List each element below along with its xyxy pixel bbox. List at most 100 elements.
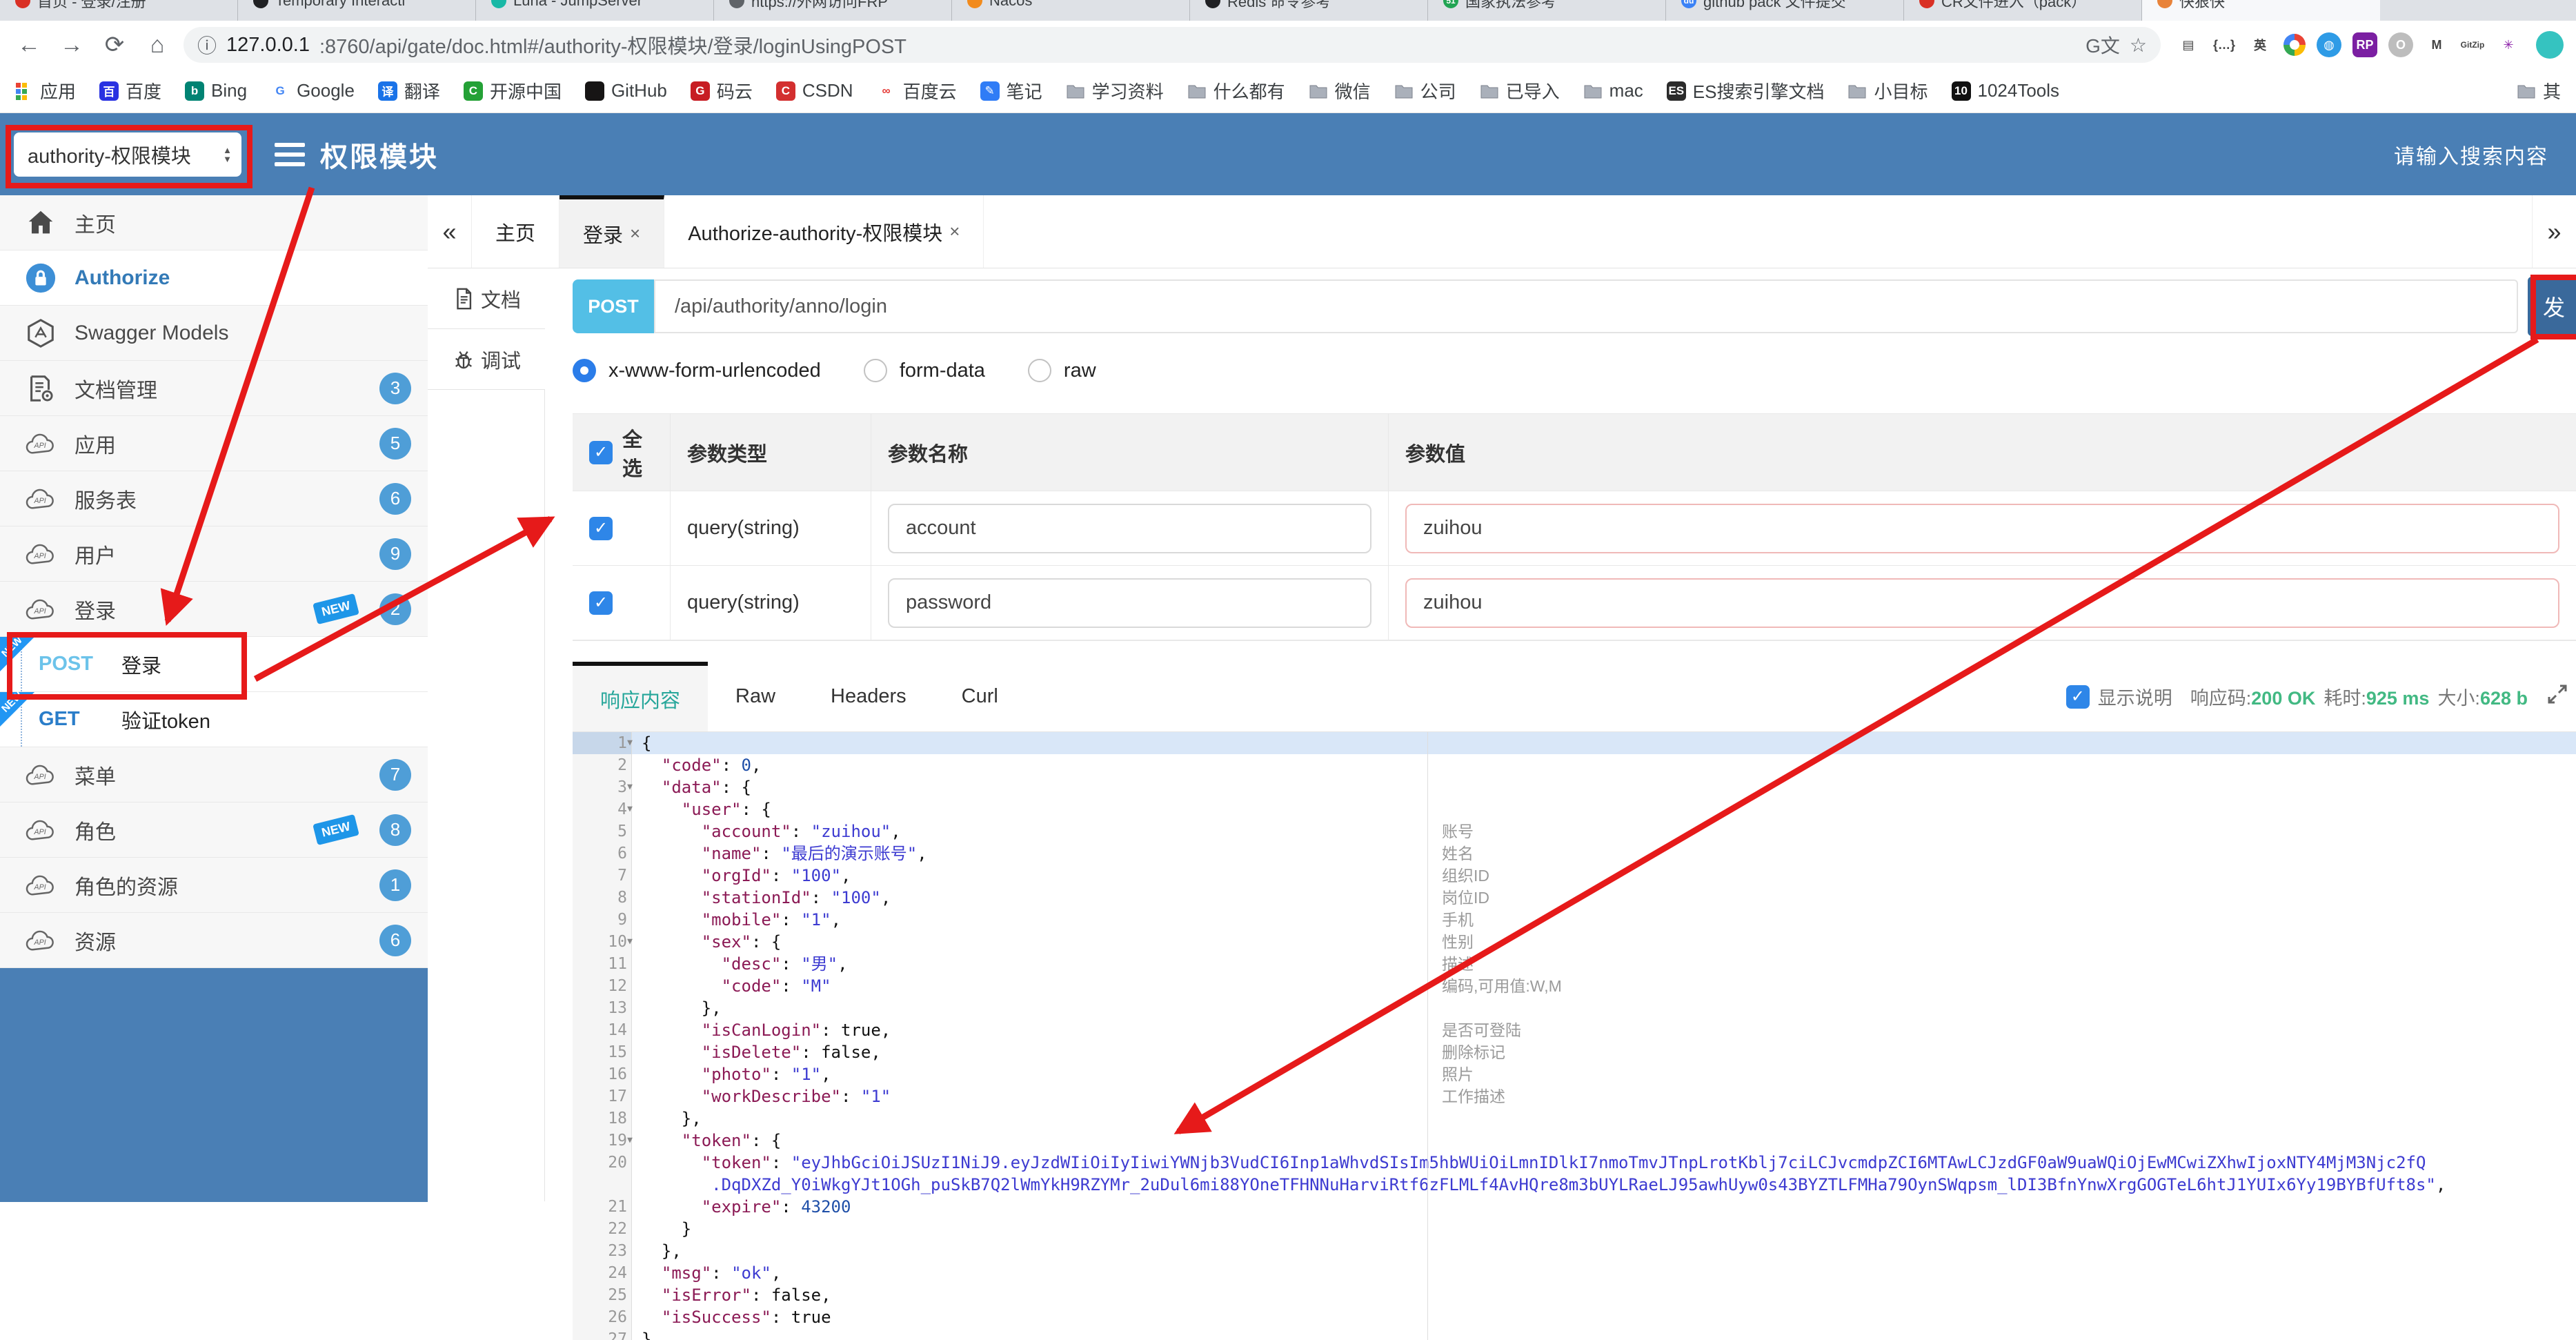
sidebar-item[interactable]: API 菜单 7	[0, 747, 428, 802]
param-checkbox[interactable]: ✓	[589, 516, 613, 540]
body-type-radio[interactable]	[863, 359, 887, 382]
param-value-input[interactable]: zuihou	[1405, 578, 2559, 628]
reload-icon[interactable]: ⟳	[98, 31, 131, 59]
sidebar-item[interactable]: API 资源 6	[0, 913, 428, 968]
close-tab-icon[interactable]: ×	[630, 223, 640, 244]
bookmark-item[interactable]: 已导入	[1480, 78, 1560, 104]
asterisk-extension-icon[interactable]: ✳	[2496, 32, 2521, 57]
bookmark-item[interactable]: 什么都有	[1187, 78, 1285, 104]
content-tab[interactable]: Authorize-authority-权限模块 ×	[664, 195, 984, 268]
show-desc-toggle[interactable]: ✓ 显示说明	[2065, 683, 2172, 710]
module-select-dropdown[interactable]: authority-权限模块 ▲ ▼	[14, 132, 241, 177]
address-bar[interactable]: ⓘ 127.0.0.1:8760/api/gate/doc.html#/auth…	[184, 27, 2161, 63]
bookmark-item[interactable]: ✎ 笔记	[980, 78, 1042, 104]
gitzip-extension-icon[interactable]: GitZip	[2460, 32, 2485, 57]
dictionary-extension-icon[interactable]: 英	[2248, 32, 2272, 57]
select-all-checkbox[interactable]: ✓	[589, 440, 613, 464]
response-json-viewer[interactable]: 1 ▼{2 "code": 0, 3 ▼ "data": {4 ▼ "user": {5…	[573, 732, 2576, 1340]
header-search-placeholder[interactable]: 请输入搜索内容	[2394, 139, 2548, 170]
sidebar-item[interactable]: API 应用 5	[0, 416, 428, 471]
response-tab[interactable]: Raw	[708, 662, 803, 731]
bookmark-item[interactable]: G Google	[270, 80, 355, 101]
sidebar-item[interactable]: Authorize	[0, 250, 428, 306]
sidebar-operation-get[interactable]: NEW GET 验证token	[0, 689, 428, 747]
globe-extension-icon[interactable]: ◍	[2317, 32, 2341, 57]
sidebar-operation-post[interactable]: NEW POST 登录	[0, 634, 428, 692]
bookmark-item[interactable]: ES ES搜索引擎文档	[1666, 78, 1824, 104]
content-tab[interactable]: 主页	[472, 195, 560, 268]
bookmark-item[interactable]: 小目标	[1847, 78, 1928, 104]
send-button[interactable]: 发	[2528, 277, 2576, 336]
content-tab[interactable]: 登录 ×	[559, 195, 665, 268]
sidebar-item[interactable]: API 角色 NEW 8	[0, 802, 428, 858]
tabs-scroll-left-icon[interactable]: «	[428, 195, 472, 268]
expand-icon[interactable]	[2546, 682, 2569, 711]
home-icon[interactable]: ⌂	[141, 32, 174, 59]
endpoint-path-field[interactable]: /api/authority/anno/login	[654, 279, 2518, 333]
translate-icon[interactable]: G文	[2085, 31, 2120, 59]
browser-tab[interactable]: https://外网访问FRP	[714, 0, 952, 21]
page-info-icon[interactable]: ⓘ	[197, 31, 217, 59]
body-type-radio[interactable]	[1027, 359, 1051, 382]
bookmark-star-icon[interactable]: ☆	[2130, 34, 2147, 57]
body-type-radio[interactable]	[573, 359, 596, 382]
panel-tab-doc[interactable]: 文档	[428, 268, 545, 329]
tabs-scroll-right-icon[interactable]: »	[2532, 195, 2576, 268]
profile-avatar[interactable]	[2536, 31, 2564, 59]
param-name-input[interactable]: password	[888, 578, 1371, 628]
browser-tab[interactable]: 51 国家执法参考	[1428, 0, 1666, 21]
rp-extension-icon[interactable]: RP	[2352, 32, 2377, 57]
response-tab[interactable]: 响应内容	[573, 662, 709, 731]
bookmark-item[interactable]: 应用	[15, 78, 76, 104]
menu-toggle-icon[interactable]	[275, 142, 305, 166]
param-value-input[interactable]: zuihou	[1405, 503, 2559, 553]
fold-caret-icon[interactable]: ▼	[627, 1130, 633, 1152]
back-icon[interactable]: ←	[12, 32, 46, 59]
fold-caret-icon[interactable]: ▼	[627, 798, 633, 820]
reader-extension-icon[interactable]: ▤	[2176, 32, 2201, 57]
bookmark-item[interactable]: C 开源中国	[463, 78, 562, 104]
m-extension-icon[interactable]: M	[2424, 32, 2449, 57]
response-tab[interactable]: Curl	[934, 662, 1026, 731]
bookmark-item[interactable]: GitHub	[584, 80, 667, 101]
sidebar-item[interactable]: 文档管理 3	[0, 361, 428, 416]
fold-caret-icon[interactable]: ▼	[627, 732, 633, 754]
bookmark-item[interactable]: mac	[1583, 80, 1643, 101]
sidebar-item[interactable]: API 登录 NEW 2	[0, 582, 428, 637]
fold-caret-icon[interactable]: ▼	[627, 776, 633, 798]
browser-tab[interactable]: Redis 命令参考	[1190, 0, 1428, 21]
bookmark-item[interactable]: 其	[2517, 78, 2561, 104]
sidebar-item[interactable]: API 角色的资源 1	[0, 858, 428, 913]
json-extension-icon[interactable]: {…}	[2212, 32, 2237, 57]
bookmark-item[interactable]: C CSDN	[775, 80, 853, 101]
bookmark-item[interactable]: b Bing	[185, 80, 247, 101]
fold-caret-icon[interactable]: ▼	[627, 931, 633, 953]
response-tab[interactable]: Headers	[803, 662, 934, 731]
browser-tab[interactable]: Nacos	[952, 0, 1190, 21]
param-checkbox[interactable]: ✓	[589, 591, 613, 615]
browser-tab[interactable]: du github pack 文件提交	[1666, 0, 1904, 21]
show-desc-checkbox[interactable]: ✓	[2065, 684, 2090, 709]
browser-tab[interactable]: CR文件进入（pack）	[1904, 0, 2142, 21]
bookmark-item[interactable]: 微信	[1309, 78, 1371, 104]
close-tab-icon[interactable]: ×	[949, 221, 960, 242]
sidebar-item[interactable]: 主页	[0, 195, 428, 250]
browser-tab[interactable]: 首页 - 登录/注册	[0, 0, 238, 21]
browser-tab[interactable]: Temporary Interacti	[238, 0, 476, 21]
circle-extension-icon[interactable]: O	[2388, 32, 2413, 57]
sidebar-item[interactable]: Swagger Models	[0, 306, 428, 361]
panel-tab-debug[interactable]: 调试	[428, 329, 545, 390]
param-name-input[interactable]: account	[888, 503, 1371, 553]
bookmark-item[interactable]: 学习资料	[1066, 78, 1164, 104]
bookmark-item[interactable]: 译翻译	[377, 78, 440, 104]
sidebar-item[interactable]: API 用户 9	[0, 526, 428, 582]
bookmark-item[interactable]: 百百度	[99, 78, 161, 104]
bookmark-item[interactable]: ∞ 百度云	[876, 78, 957, 104]
forward-icon[interactable]: →	[55, 32, 88, 59]
chrome-extension-icon[interactable]	[2283, 34, 2306, 56]
browser-tab[interactable]: Luna - JumpServer	[476, 0, 714, 21]
bookmark-item[interactable]: 10 1024Tools	[1951, 80, 2059, 101]
bookmark-item[interactable]: G 码云	[690, 78, 753, 104]
sidebar-item[interactable]: API 服务表 6	[0, 471, 428, 526]
browser-tab[interactable]: 快狠快	[2142, 0, 2380, 21]
